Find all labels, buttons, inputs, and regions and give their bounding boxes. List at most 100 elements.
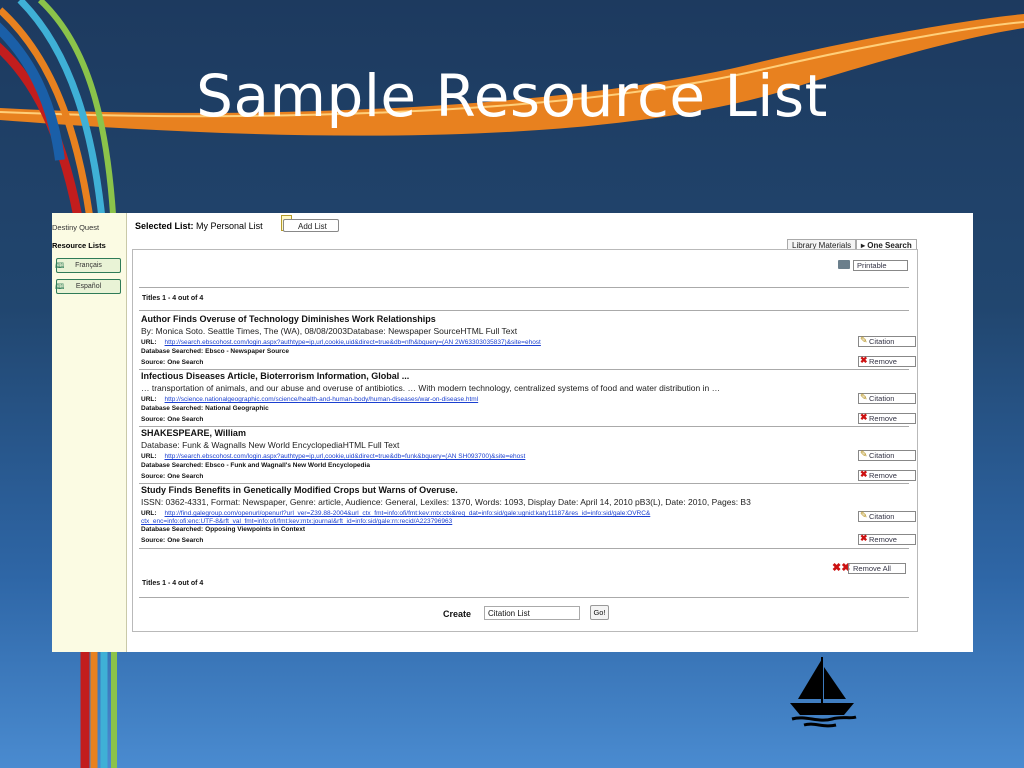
add-list-button[interactable]: Add List: [283, 219, 339, 232]
result-description: ISSN: 0362-4331, Format: Newspaper, Genr…: [141, 497, 751, 507]
result-source-row: Source: One Search: [141, 473, 203, 480]
remove-label: Remove: [869, 414, 897, 423]
results-count-top: Titles 1 - 4 out of 4: [142, 295, 204, 302]
result-description: … transportation of animals, and our abu…: [141, 383, 721, 393]
remove-x-icon: ✖: [860, 533, 868, 543]
printable-button[interactable]: Printable: [853, 260, 908, 271]
result-url-link[interactable]: http://science.nationalgeographic.com/sc…: [165, 396, 479, 403]
url-label: URL:: [141, 453, 157, 460]
result-title[interactable]: Author Finds Overuse of Technology Dimin…: [141, 314, 436, 324]
remove-button[interactable]: ✖ Remove: [858, 534, 916, 545]
divider: [139, 483, 909, 484]
language-button-francais[interactable]: 🕮 Français: [55, 258, 121, 273]
source-value: One Search: [167, 416, 204, 423]
pencil-icon: ✎: [860, 449, 868, 459]
citation-label: Citation: [869, 451, 895, 460]
citation-button[interactable]: ✎ Citation: [858, 450, 916, 461]
citation-label: Citation: [869, 512, 895, 521]
result-source-row: Source: One Search: [141, 416, 203, 423]
create-select[interactable]: Citation List: [484, 606, 580, 620]
divider: [139, 287, 909, 288]
divider: [139, 426, 909, 427]
result-url-link[interactable]: http://find.galegroup.com/openurl/openur…: [165, 510, 651, 517]
pencil-icon: ✎: [860, 392, 868, 402]
result-database-row: Database Searched: Opposing Viewpoints in…: [141, 526, 305, 533]
book-icon: 🕮: [55, 282, 65, 291]
go-button[interactable]: Go!: [590, 605, 609, 620]
result-title[interactable]: Infectious Diseases Article, Bioterroris…: [141, 371, 409, 381]
database-value: Ebsco - Newspaper Source: [205, 348, 289, 355]
citation-button[interactable]: ✎ Citation: [858, 511, 916, 522]
database-value: Ebsco - Funk and Wagnall's New World Enc…: [205, 462, 370, 469]
source-value: One Search: [167, 473, 204, 480]
left-sidebar: Destiny Quest Resource Lists 🕮 Français …: [52, 213, 127, 652]
citation-label: Citation: [869, 337, 895, 346]
result-title[interactable]: Study Finds Benefits in Genetically Modi…: [141, 485, 458, 495]
language-label: Français: [75, 262, 102, 269]
remove-label: Remove: [869, 535, 897, 544]
result-url-row: URL: http://search.ebscohost.com/login.as…: [141, 339, 541, 346]
remove-button[interactable]: ✖ Remove: [858, 356, 916, 367]
source-value: One Search: [167, 537, 204, 544]
citation-button[interactable]: ✎ Citation: [858, 393, 916, 404]
source-value: One Search: [167, 359, 204, 366]
url-label: URL:: [141, 396, 157, 403]
remove-label: Remove: [869, 357, 897, 366]
remove-button[interactable]: ✖ Remove: [858, 470, 916, 481]
divider: [139, 548, 909, 549]
divider: [139, 310, 909, 311]
result-title[interactable]: SHAKESPEARE, William: [141, 428, 246, 438]
result-database-row: Database Searched: Ebsco - Funk and Wagna…: [141, 462, 370, 469]
remove-button[interactable]: ✖ Remove: [858, 413, 916, 424]
language-button-espanol[interactable]: 🕮 Español: [55, 279, 121, 294]
result-source-row: Source: One Search: [141, 359, 203, 366]
citation-button[interactable]: ✎ Citation: [858, 336, 916, 347]
result-description: By: Monica Soto. Seattle Times, The (WA)…: [141, 326, 518, 336]
language-label: Español: [75, 283, 102, 290]
database-label: Database Searched:: [141, 405, 204, 412]
selected-list-header: Selected List: My Personal List: [135, 221, 263, 231]
sidebar-item-resource-lists[interactable]: Resource Lists: [52, 241, 106, 250]
source-label: Source:: [141, 359, 166, 366]
database-label: Database Searched:: [141, 526, 204, 533]
database-value: Opposing Viewpoints in Context: [205, 526, 306, 533]
remove-x-icon: ✖: [860, 412, 868, 422]
pencil-icon: ✎: [860, 510, 868, 520]
create-label: Create: [443, 609, 472, 619]
remove-x-icon: ✖: [860, 469, 868, 479]
database-value: National Geographic: [205, 405, 269, 412]
remove-all-button[interactable]: Remove All: [848, 563, 906, 574]
printer-icon: [838, 260, 850, 269]
result-url-link[interactable]: http://search.ebscohost.com/login.aspx?a…: [165, 453, 526, 460]
result-url-row: URL: http://search.ebscohost.com/login.as…: [141, 453, 525, 460]
app-screenshot: Destiny Quest Resource Lists 🕮 Français …: [52, 213, 973, 652]
result-url-row: URL: http://science.nationalgeographic.co…: [141, 396, 478, 403]
remove-label: Remove: [869, 471, 897, 480]
results-count-bottom: Titles 1 - 4 out of 4: [142, 580, 204, 587]
book-icon: 🕮: [55, 261, 65, 270]
source-label: Source:: [141, 473, 166, 480]
slide-title: Sample Resource List: [196, 62, 828, 130]
selected-list-label: Selected List:: [135, 221, 194, 231]
source-label: Source:: [141, 537, 166, 544]
remove-x-icon: ✖: [860, 355, 868, 365]
result-url-link-continued[interactable]: ctx_enc=info:ofi:enc:UTF-8&rft_val_fmt=i…: [141, 518, 452, 525]
result-database-row: Database Searched: National Geographic: [141, 405, 269, 412]
database-label: Database Searched:: [141, 462, 204, 469]
divider: [139, 597, 909, 598]
divider: [139, 369, 909, 370]
citation-label: Citation: [869, 394, 895, 403]
source-label: Source:: [141, 416, 166, 423]
url-label: URL:: [141, 510, 157, 517]
result-description: Database: Funk & Wagnalls New World Ency…: [141, 440, 400, 450]
database-label: Database Searched:: [141, 348, 204, 355]
sidebar-item-destiny-quest[interactable]: Destiny Quest: [52, 223, 99, 232]
result-source-row: Source: One Search: [141, 537, 203, 544]
result-database-row: Database Searched: Ebsco - Newspaper Sour…: [141, 348, 289, 355]
selected-list-value: My Personal List: [196, 221, 263, 231]
url-label: URL:: [141, 339, 157, 346]
result-url-link[interactable]: http://search.ebscohost.com/login.aspx?a…: [165, 339, 541, 346]
sailboat-icon: [790, 657, 857, 728]
result-url-row: URL: http://find.galegroup.com/openurl/op…: [141, 510, 650, 517]
pencil-icon: ✎: [860, 335, 868, 345]
